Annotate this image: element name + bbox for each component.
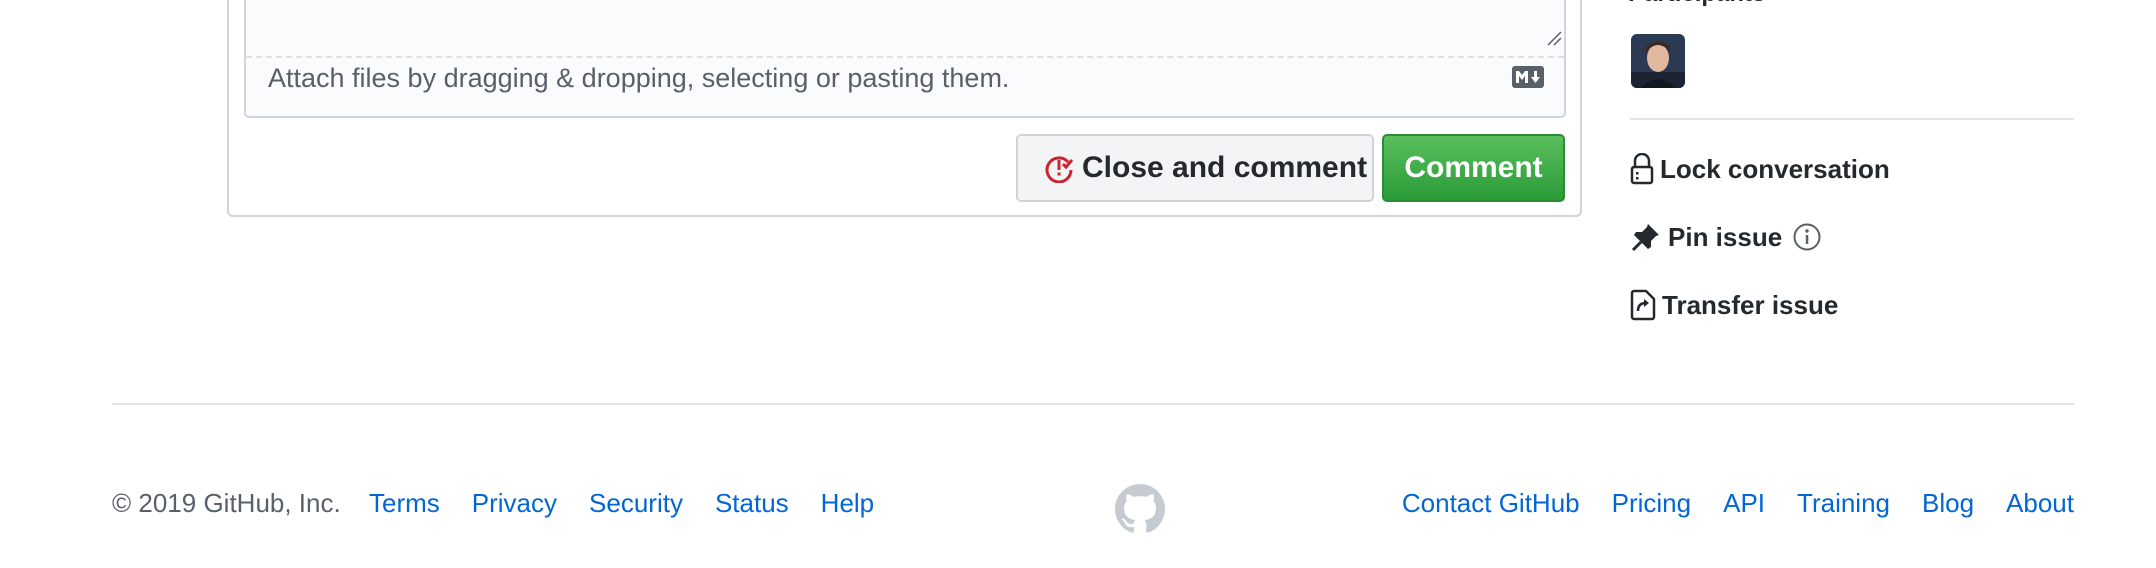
footer-link-contact-github[interactable]: Contact GitHub bbox=[1402, 488, 1580, 519]
copyright-text: © 2019 GitHub, Inc. bbox=[112, 488, 341, 518]
participants-heading: Participants bbox=[1628, 0, 1765, 8]
footer-link-terms[interactable]: Terms bbox=[369, 488, 440, 519]
markdown-icon[interactable] bbox=[1512, 66, 1544, 88]
footer-divider bbox=[112, 403, 2074, 405]
footer-link-api[interactable]: API bbox=[1723, 488, 1765, 519]
avatar[interactable] bbox=[1631, 34, 1685, 88]
pin-icon bbox=[1631, 224, 1659, 252]
footer-link-training[interactable]: Training bbox=[1797, 488, 1890, 519]
footer-link-help[interactable]: Help bbox=[821, 488, 874, 519]
footer-right-links: Contact GitHub Pricing API Training Blog… bbox=[1402, 488, 2074, 519]
comment-editor: Attach files by dragging & dropping, sel… bbox=[244, 0, 1566, 118]
pin-issue-label: Pin issue bbox=[1668, 221, 1783, 252]
footer-link-about[interactable]: About bbox=[2006, 488, 2074, 519]
attach-files-text[interactable]: Attach files by dragging & dropping, sel… bbox=[268, 63, 1009, 94]
footer-link-status[interactable]: Status bbox=[715, 488, 789, 519]
pin-issue-link[interactable]: Pin issue bbox=[1630, 221, 1828, 253]
footer-link-privacy[interactable]: Privacy bbox=[472, 488, 557, 519]
close-and-comment-button[interactable]: Close and comment bbox=[1016, 134, 1374, 202]
footer-link-blog[interactable]: Blog bbox=[1922, 488, 1974, 519]
transfer-issue-link[interactable]: Transfer issue bbox=[1630, 289, 1838, 321]
lock-icon bbox=[1630, 153, 1654, 185]
comment-button[interactable]: Comment bbox=[1382, 134, 1565, 202]
close-and-comment-label: Close and comment bbox=[1082, 151, 1368, 184]
comment-button-label: Comment bbox=[1404, 151, 1543, 184]
issue-closed-icon bbox=[1045, 156, 1074, 183]
sidebar-divider bbox=[1630, 118, 2074, 120]
resize-grip-icon[interactable] bbox=[1546, 30, 1562, 46]
transfer-icon bbox=[1630, 289, 1656, 321]
transfer-issue-label: Transfer issue bbox=[1662, 289, 1839, 320]
lock-conversation-link[interactable]: Lock conversation bbox=[1630, 153, 1890, 185]
lock-conversation-label: Lock conversation bbox=[1660, 153, 1890, 184]
comment-textarea[interactable] bbox=[246, 0, 1564, 58]
footer-link-security[interactable]: Security bbox=[589, 488, 683, 519]
footer-link-pricing[interactable]: Pricing bbox=[1612, 488, 1691, 519]
github-logo-icon[interactable] bbox=[1115, 484, 1165, 534]
info-icon[interactable] bbox=[1792, 222, 1822, 252]
footer-left-links: Terms Privacy Security Status Help bbox=[369, 488, 874, 519]
